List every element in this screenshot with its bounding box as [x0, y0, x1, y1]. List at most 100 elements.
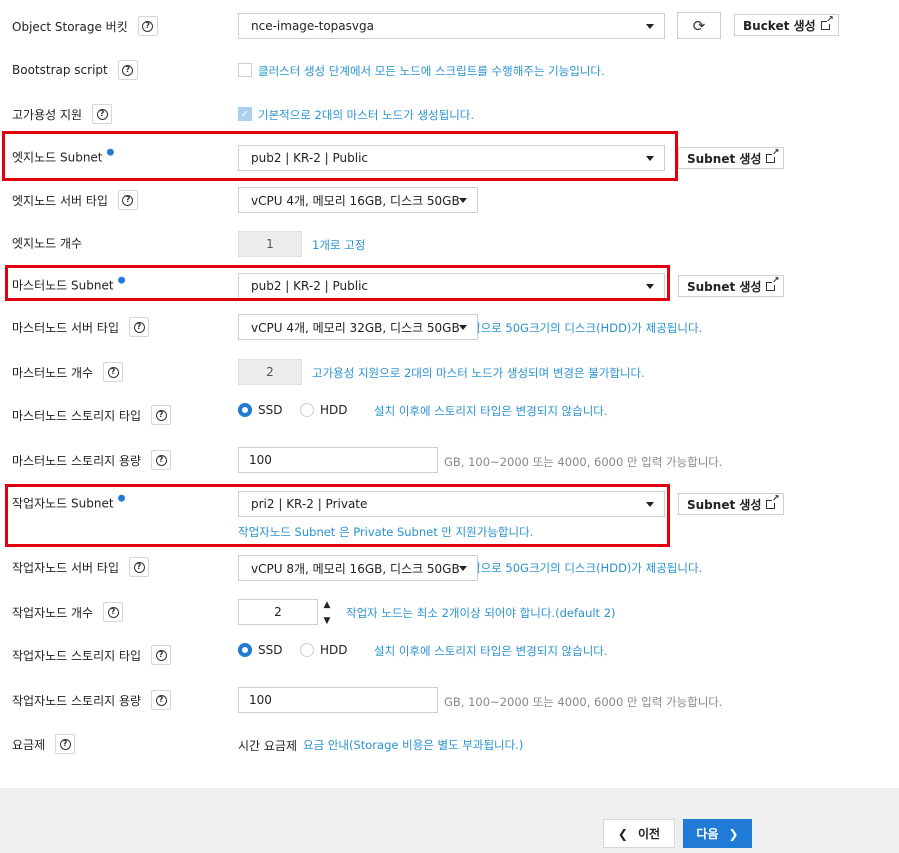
help-icon[interactable]: ?	[55, 734, 76, 754]
worker-subnet-create-label: Subnet 생성	[687, 497, 762, 512]
external-link-icon	[820, 15, 834, 30]
master-storage-size-input[interactable]: 100	[238, 447, 438, 473]
pricing-label-wrap: 요금제 ?	[12, 734, 76, 754]
master-count-label: 마스터노드 개수	[12, 365, 94, 380]
master-server-hint: 적으로 50G크기의 디스크(HDD)가 제공됩니다.	[470, 321, 703, 335]
master-server-select[interactable]: vCPU 4개, 메모리 32GB, 디스크 50GB	[238, 314, 478, 340]
bucket-create-button[interactable]: Bucket 생성	[734, 14, 839, 36]
check-icon: ✓	[240, 108, 250, 120]
footer-bar	[0, 788, 899, 853]
prev-button[interactable]: ❮ 이전	[603, 819, 675, 848]
worker-storage-hdd-label: HDD	[320, 643, 348, 657]
radio-icon	[300, 403, 314, 417]
worker-count-label: 작업자노드 개수	[12, 605, 94, 620]
external-link-icon	[766, 494, 779, 509]
edge-count-row: 엣지노드 개수	[0, 223, 899, 263]
worker-storage-type-hint: 설치 이후에 스토리지 타입은 변경되지 않습니다.	[374, 644, 608, 658]
master-server-label-wrap: 마스터노드 서버 타입 ?	[12, 317, 149, 337]
help-icon[interactable]: ?	[129, 317, 149, 337]
bootstrap-label: Bootstrap script	[12, 63, 108, 77]
edge-server-label-wrap: 엣지노드 서버 타입 ?	[12, 190, 138, 210]
help-icon[interactable]: ?	[137, 16, 158, 36]
master-storage-type-label-wrap: 마스터노드 스토리지 타입 ?	[12, 405, 172, 425]
master-count-hint: 고가용성 지원으로 2대의 마스터 노드가 생성되며 변경은 불가합니다.	[312, 366, 645, 380]
help-icon[interactable]: ?	[151, 405, 172, 425]
highlight-box-edge-subnet	[2, 131, 678, 181]
pricing-label: 요금제	[12, 737, 46, 752]
worker-subnet-create-button[interactable]: Subnet 생성	[678, 493, 785, 515]
master-count-label-wrap: 마스터노드 개수 ?	[12, 362, 124, 382]
master-storage-hdd-radio[interactable]: HDD	[300, 403, 348, 417]
radio-icon	[300, 643, 314, 657]
storage-label: Object Storage 버킷	[12, 19, 128, 34]
bootstrap-label-wrap: Bootstrap script ?	[12, 60, 138, 80]
worker-storage-hdd-radio[interactable]: HDD	[300, 643, 348, 657]
edge-subnet-create-button[interactable]: Subnet 생성	[678, 147, 785, 169]
stepper-up-icon[interactable]: ▲	[320, 599, 334, 611]
bootstrap-checkbox[interactable]	[238, 63, 252, 77]
ha-label: 고가용성 지원	[12, 107, 83, 122]
help-icon[interactable]: ?	[151, 690, 172, 710]
worker-storage-ssd-radio[interactable]: SSD	[238, 643, 282, 657]
ha-checkbox[interactable]: ✓	[238, 107, 252, 121]
master-subnet-create-label: Subnet 생성	[687, 279, 762, 294]
chevron-down-icon	[459, 198, 467, 203]
ha-hint: 기본적으로 2대의 마스터 노드가 생성됩니다.	[258, 108, 475, 122]
stepper-down-icon[interactable]: ▼	[320, 615, 334, 627]
worker-storage-type-label: 작업자노드 스토리지 타입	[12, 648, 142, 663]
master-server-label: 마스터노드 서버 타입	[12, 320, 119, 335]
prev-label: 이전	[637, 827, 661, 841]
master-storage-ssd-label: SSD	[258, 403, 283, 417]
worker-storage-size-label: 작업자노드 스토리지 용량	[12, 693, 142, 708]
master-subnet-create-button[interactable]: Subnet 생성	[678, 275, 785, 297]
storage-bucket-value: nce-image-topasvga	[251, 19, 374, 33]
edge-count-label: 엣지노드 개수	[12, 236, 83, 251]
chevron-down-icon	[459, 325, 467, 330]
pricing-info-link[interactable]: 요금 안내(Storage 비용은 별도 부과됩니다.)	[303, 737, 523, 753]
worker-storage-ssd-label: SSD	[258, 643, 283, 657]
refresh-icon: ⟳	[692, 16, 706, 35]
pricing-value: 시간 요금제	[238, 739, 298, 753]
next-label: 다음	[696, 827, 719, 841]
edge-count-label-wrap: 엣지노드 개수	[12, 235, 82, 252]
next-button[interactable]: 다음 ❯	[683, 819, 752, 848]
external-link-icon	[766, 148, 779, 163]
worker-storage-size-hint: GB, 100~2000 또는 4000, 6000 만 입력 가능합니다.	[444, 695, 723, 709]
bootstrap-hint: 클러스터 생성 단계에서 모든 노드에 스크립트를 수행해주는 기능입니다.	[258, 64, 605, 78]
help-icon[interactable]: ?	[103, 602, 124, 622]
worker-server-select[interactable]: vCPU 8개, 메모리 16GB, 디스크 50GB	[238, 555, 478, 581]
storage-bucket-select[interactable]: nce-image-topasvga	[238, 13, 665, 39]
ha-label-wrap: 고가용성 지원 ?	[12, 104, 113, 124]
master-storage-type-label: 마스터노드 스토리지 타입	[12, 408, 142, 423]
radio-selected-icon	[238, 403, 252, 417]
chevron-right-icon: ❯	[728, 826, 739, 841]
help-icon[interactable]: ?	[151, 450, 172, 470]
chevron-down-icon	[459, 566, 467, 571]
help-icon[interactable]: ?	[117, 60, 138, 80]
edge-count-hint: 1개로 고정	[312, 238, 366, 252]
highlight-box-master-subnet	[5, 265, 670, 301]
master-storage-size-hint: GB, 100~2000 또는 4000, 6000 만 입력 가능합니다.	[444, 455, 723, 469]
help-icon[interactable]: ?	[103, 362, 124, 382]
edge-server-value: vCPU 4개, 메모리 16GB, 디스크 50GB	[251, 193, 460, 208]
help-icon[interactable]: ?	[92, 104, 113, 124]
worker-storage-size-input[interactable]: 100	[238, 687, 438, 713]
master-server-value: vCPU 4개, 메모리 32GB, 디스크 50GB	[251, 320, 460, 335]
help-icon[interactable]: ?	[129, 557, 149, 577]
worker-count-label-wrap: 작업자노드 개수 ?	[12, 602, 124, 622]
radio-selected-icon	[238, 643, 252, 657]
master-storage-size-label: 마스터노드 스토리지 용량	[12, 453, 142, 468]
help-icon[interactable]: ?	[151, 645, 172, 665]
refresh-button[interactable]: ⟳	[677, 12, 721, 39]
master-count-value: 2	[238, 359, 302, 385]
chevron-down-icon	[646, 24, 654, 29]
edge-server-select[interactable]: vCPU 4개, 메모리 16GB, 디스크 50GB	[238, 187, 478, 213]
worker-storage-size-label-wrap: 작업자노드 스토리지 용량 ?	[12, 690, 172, 710]
master-storage-type-hint: 설치 이후에 스토리지 타입은 변경되지 않습니다.	[374, 404, 608, 418]
external-link-icon	[766, 276, 779, 291]
worker-count-input[interactable]: 2	[238, 599, 318, 625]
highlight-box-worker-subnet	[5, 484, 670, 547]
worker-server-label: 작업자노드 서버 타입	[12, 560, 119, 575]
help-icon[interactable]: ?	[117, 190, 138, 210]
master-storage-ssd-radio[interactable]: SSD	[238, 403, 282, 417]
